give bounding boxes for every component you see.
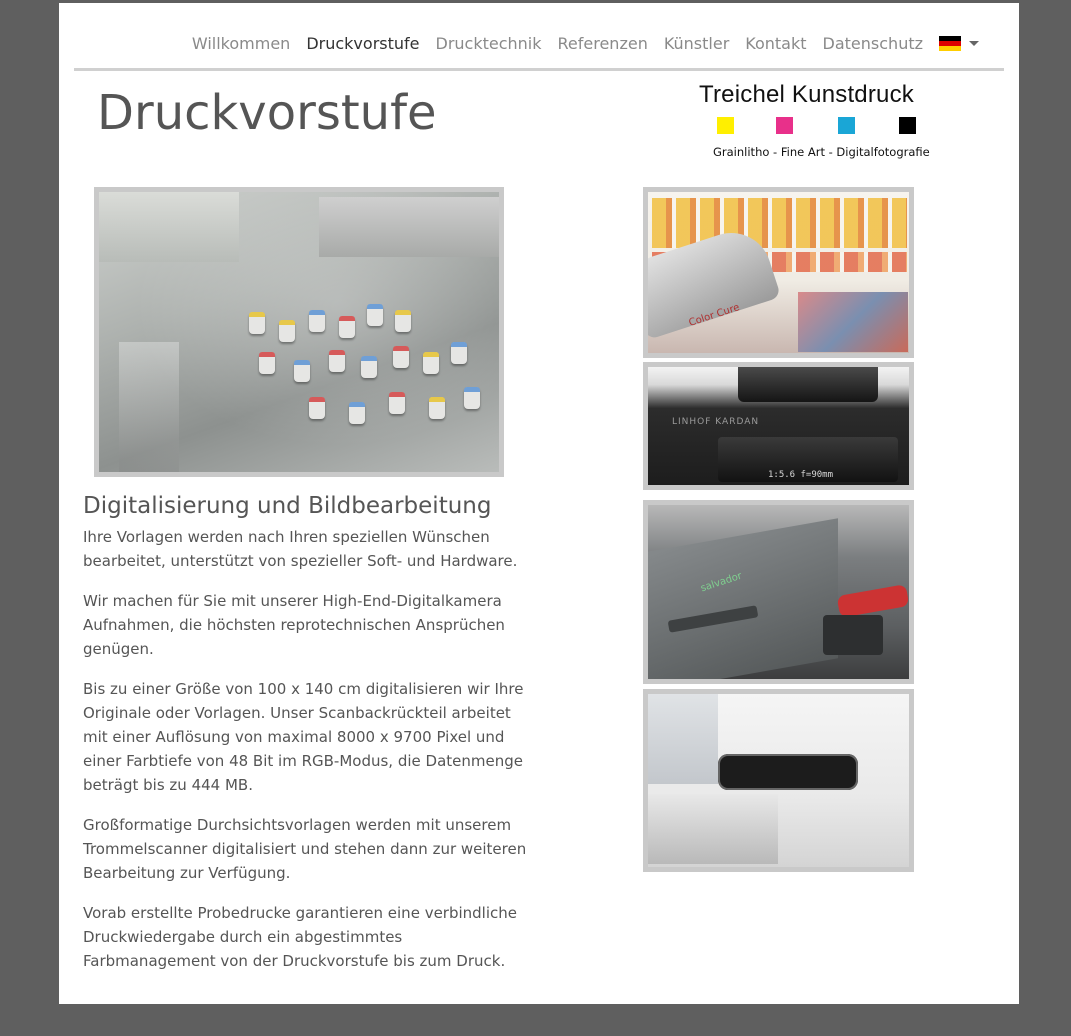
photo-colorimeter: Color Cure — [643, 187, 914, 358]
photo-camera-lens: LINHOF KARDAN 1:5.6 f=90mm — [643, 362, 914, 490]
nav-item-willkommen[interactable]: Willkommen — [192, 34, 290, 53]
nav-item-drucktechnik[interactable]: Drucktechnik — [436, 34, 542, 53]
swatch-cyan — [838, 117, 855, 134]
logo-tagline: Grainlitho - Fine Art - Digitalfotografi… — [713, 145, 930, 159]
page-title: Druckvorstufe — [97, 85, 437, 141]
paragraph-5: Vorab erstellte Probedrucke garantieren … — [83, 904, 517, 970]
paragraph-3: Bis zu einer Größe von 100 x 140 cm digi… — [83, 680, 524, 794]
paragraph-2: Wir machen für Sie mit unserer High-End-… — [83, 592, 505, 658]
page-container: Willkommen Druckvorstufe Drucktechnik Re… — [59, 3, 1019, 1004]
photo-mixing-console — [94, 187, 504, 477]
photo-scanback: salvador — [643, 500, 914, 684]
paragraph-1: Ihre Vorlagen werden nach Ihren speziell… — [83, 528, 518, 570]
logo-name: Treichel Kunstdruck — [699, 81, 914, 108]
section-heading: Digitalisierung und Bildbearbeitung — [83, 493, 492, 519]
nav-item-druckvorstufe[interactable]: Druckvorstufe — [306, 34, 419, 53]
german-flag-icon — [939, 35, 961, 51]
logo-color-swatches — [699, 117, 959, 135]
language-dropdown[interactable] — [939, 35, 979, 51]
swatch-black — [899, 117, 916, 134]
lens-brand-label: LINHOF KARDAN — [672, 417, 760, 427]
nav-divider — [74, 68, 1004, 71]
swatch-magenta — [776, 117, 793, 134]
nav-item-kuenstler[interactable]: Künstler — [664, 34, 729, 53]
company-logo[interactable]: Treichel Kunstdruck Grainlitho - Fine Ar… — [699, 81, 959, 159]
main-navigation: Willkommen Druckvorstufe Drucktechnik Re… — [176, 29, 979, 57]
nav-item-datenschutz[interactable]: Datenschutz — [823, 34, 923, 53]
caret-down-icon — [969, 40, 979, 46]
content-section: Digitalisierung und Bildbearbeitung Ihre… — [83, 493, 533, 989]
paragraph-4: Großformatige Durchsichtsvorlagen werden… — [83, 816, 527, 882]
photo-card-reader — [643, 689, 914, 872]
nav-item-referenzen[interactable]: Referenzen — [558, 34, 648, 53]
lens-spec-label: 1:5.6 f=90mm — [768, 470, 834, 480]
nav-item-kontakt[interactable]: Kontakt — [745, 34, 806, 53]
swatch-yellow — [717, 117, 734, 134]
